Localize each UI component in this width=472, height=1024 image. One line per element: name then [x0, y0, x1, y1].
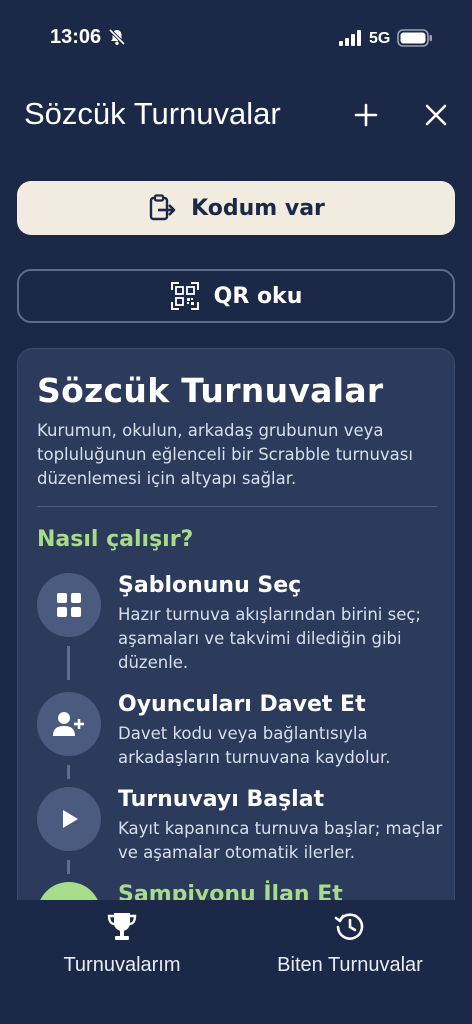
step-description: Kayıt kapanınca turnuva başlar; maçlar v…: [118, 819, 443, 862]
tab-my-tournaments[interactable]: Turnuvalarım: [40, 910, 204, 977]
add-person-icon: [53, 712, 84, 736]
card-description: Kurumun, okulun, arkadaş grubunun veya t…: [37, 421, 413, 488]
code-button[interactable]: Kodum var: [17, 181, 455, 235]
divider: [37, 506, 437, 507]
plus-icon: [354, 103, 378, 127]
how-it-works-title: Nasıl çalışır?: [37, 527, 194, 552]
tab-finished-tournaments[interactable]: Biten Turnuvalar: [258, 910, 442, 977]
history-icon: [334, 913, 364, 940]
step-connector: [67, 860, 70, 874]
code-button-label: Kodum var: [191, 195, 325, 221]
step-title: Turnuvayı Başlat: [118, 787, 325, 812]
step-connector: [67, 765, 70, 779]
status-time: 13:06: [50, 26, 102, 48]
step-description: Davet kodu veya bağlantısıyla arkadaşlar…: [118, 724, 391, 767]
signal-icon: [339, 30, 361, 46]
trophy-icon: [107, 913, 137, 940]
step-connector: [67, 646, 70, 680]
bell-off-icon: [108, 28, 126, 46]
step-icon-circle: [37, 573, 101, 637]
tab-label: Turnuvalarım: [63, 954, 181, 976]
battery-icon: [397, 29, 432, 47]
tab-bar: Turnuvalarım Biten Turnuvalar: [0, 900, 472, 1024]
card-title: Sözcük Turnuvalar: [37, 371, 384, 410]
step-icon-circle: [37, 787, 101, 851]
tab-label: Biten Turnuvalar: [277, 954, 423, 976]
qr-button-label: QR oku: [213, 283, 303, 309]
close-button[interactable]: [419, 98, 453, 132]
header: Sözcük Turnuvalar: [0, 88, 472, 142]
clipboard-arrow-icon: [149, 194, 176, 221]
add-button[interactable]: [349, 98, 383, 132]
close-icon: [425, 104, 447, 126]
qr-code-icon: [170, 282, 199, 310]
status-bar: 13:06 5G: [0, 0, 472, 76]
grid-icon: [57, 593, 81, 617]
play-icon: [63, 810, 78, 828]
page-title: Sözcük Turnuvalar: [24, 96, 281, 131]
info-card: Sözcük Turnuvalar Kurumun, okulun, arkad…: [17, 348, 455, 948]
network-label: 5G: [369, 30, 391, 47]
qr-scan-button[interactable]: QR oku: [17, 269, 455, 323]
step-description: Hazır turnuva akışlarından birini seç; a…: [118, 605, 421, 672]
step-icon-circle: [37, 692, 101, 756]
step-title: Şablonunu Seç: [118, 573, 302, 598]
step-title: Oyuncuları Davet Et: [118, 692, 366, 717]
